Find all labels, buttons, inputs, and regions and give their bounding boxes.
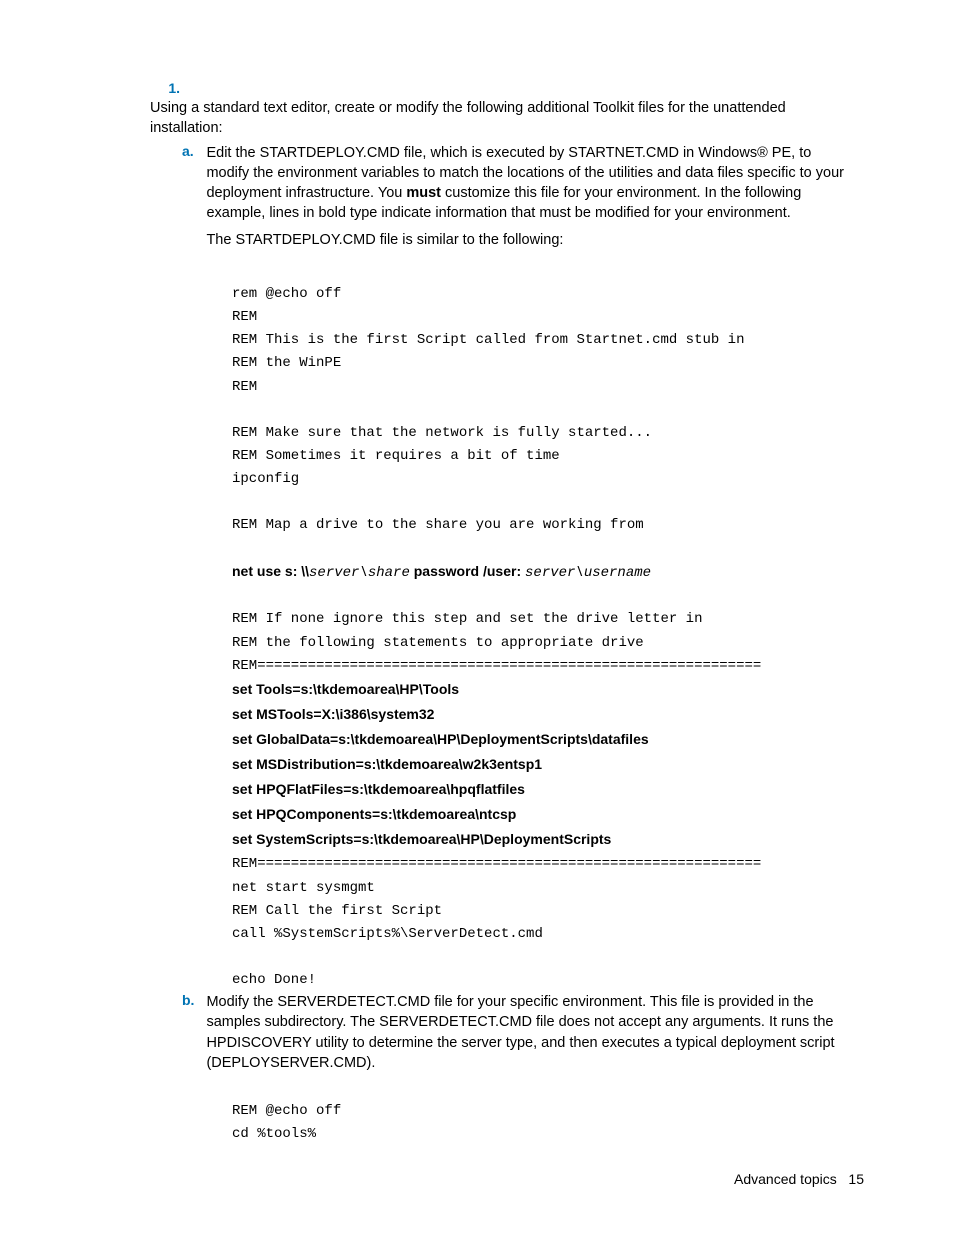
footer-page-number: 15 bbox=[848, 1171, 864, 1187]
code-line: REM=====================================… bbox=[232, 658, 761, 674]
code-bold-line: set HPQComponents=s:\tkdemoarea\ntcsp bbox=[232, 806, 516, 822]
code-line: REM If none ignore this step and set the… bbox=[232, 611, 702, 627]
code-line: REM bbox=[232, 379, 257, 395]
list-marker-1a: a. bbox=[182, 143, 202, 159]
code-line: REM=====================================… bbox=[232, 856, 761, 872]
code-line: call %SystemScripts%\ServerDetect.cmd bbox=[232, 926, 543, 942]
code-bold-line: set MSDistribution=s:\tkdemoarea\w2k3ent… bbox=[232, 756, 542, 772]
code-block-a: rem @echo off REM REM This is the first … bbox=[232, 260, 814, 992]
list-marker-1: 1. bbox=[150, 80, 190, 96]
list-item-1b: b. Modify the SERVERDETECT.CMD file for … bbox=[182, 992, 864, 1073]
footer-section: Advanced topics bbox=[734, 1171, 837, 1187]
code-line: REM Make sure that the network is fully … bbox=[232, 425, 652, 441]
code-line: REM the following statements to appropri… bbox=[232, 635, 644, 651]
code-line: REM This is the first Script called from… bbox=[232, 332, 744, 348]
text-1a-para2: The STARTDEPLOY.CMD file is similar to t… bbox=[206, 230, 856, 250]
list-item-1: 1. Using a standard text editor, create … bbox=[150, 80, 864, 139]
code-line: REM the WinPE bbox=[232, 355, 341, 371]
code-bold-line: set Tools=s:\tkdemoarea\HP\Tools bbox=[232, 681, 459, 697]
code-bold-line: set GlobalData=s:\tkdemoarea\HP\Deployme… bbox=[232, 731, 649, 747]
list-text-1b: Modify the SERVERDETECT.CMD file for you… bbox=[206, 992, 856, 1073]
code-line: REM bbox=[232, 309, 257, 325]
code-italic: server\share bbox=[309, 565, 410, 581]
code-line: cd %tools% bbox=[232, 1126, 316, 1142]
code-line: REM Map a drive to the share you are wor… bbox=[232, 517, 644, 533]
code-line: net start sysmgmt bbox=[232, 880, 375, 896]
code-line: REM @echo off bbox=[232, 1103, 341, 1119]
code-bold-line: set MSTools=X:\i386\system32 bbox=[232, 706, 434, 722]
code-line: echo Done! bbox=[232, 972, 316, 988]
page-footer: Advanced topics 15 bbox=[734, 1171, 864, 1187]
code-line: ipconfig bbox=[232, 471, 299, 487]
code-bold: password /user: bbox=[410, 563, 525, 579]
code-bold-line: set SystemScripts=s:\tkdemoarea\HP\Deplo… bbox=[232, 831, 611, 847]
list-body-1a: Edit the STARTDEPLOY.CMD file, which is … bbox=[206, 143, 856, 256]
code-italic: server\username bbox=[525, 565, 651, 581]
document-page: 1. Using a standard text editor, create … bbox=[0, 0, 954, 1235]
text-1a-bold: must bbox=[406, 185, 441, 201]
list-marker-1b: b. bbox=[182, 992, 202, 1008]
list-text-1: Using a standard text editor, create or … bbox=[150, 98, 830, 139]
list-item-1a: a. Edit the STARTDEPLOY.CMD file, which … bbox=[182, 143, 864, 256]
code-line: rem @echo off bbox=[232, 286, 341, 302]
code-line: REM Sometimes it requires a bit of time bbox=[232, 448, 560, 464]
code-block-b: REM @echo off cd %tools% bbox=[232, 1077, 814, 1146]
code-bold-line: set HPQFlatFiles=s:\tkdemoarea\hpqflatfi… bbox=[232, 781, 525, 797]
code-bold: net use s: \\ bbox=[232, 563, 309, 579]
code-line: REM Call the first Script bbox=[232, 903, 442, 919]
